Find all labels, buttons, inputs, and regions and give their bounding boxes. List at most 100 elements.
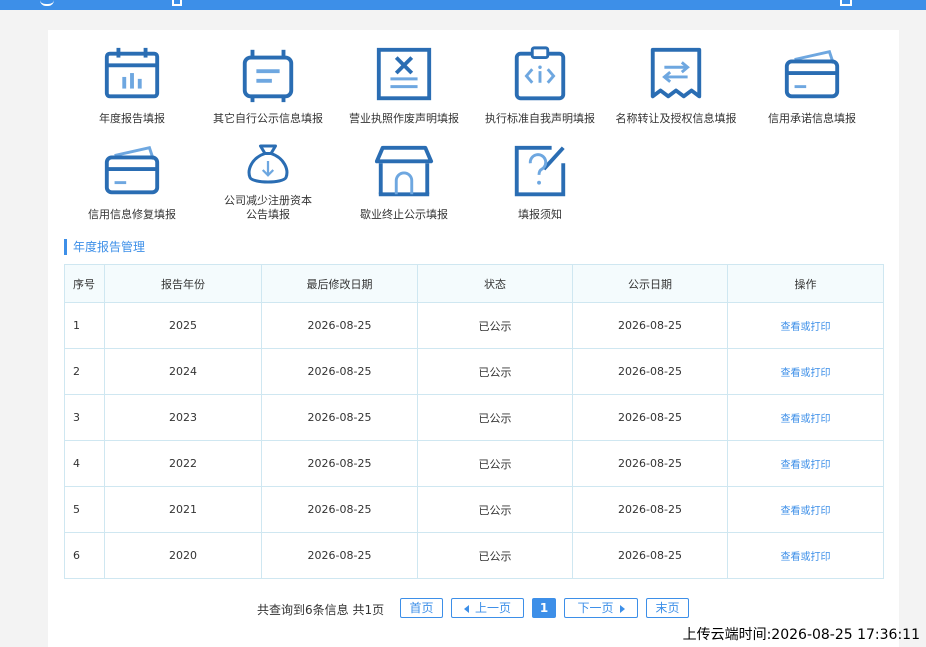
cell-modified: 2026-08-25 (261, 532, 418, 579)
cell-year: 2024 (104, 348, 262, 395)
cell-publish-date: 2026-08-25 (572, 532, 728, 579)
tile-label: 填报须知 (518, 208, 562, 221)
tile-license-void[interactable]: 营业执照作废声明填报 (335, 30, 473, 126)
tile-annual-report[interactable]: 年度报告填报 (63, 30, 201, 126)
cell-publish-date: 2026-08-25 (572, 394, 728, 441)
tile-label: 信用承诺信息填报 (768, 112, 856, 125)
tile-standard-declaration[interactable]: 执行标准自我声明填报 (471, 30, 609, 126)
cell-publish-date: 2026-08-25 (572, 440, 728, 487)
next-page-button[interactable]: 下一页 (564, 598, 638, 618)
cell-status: 已公示 (417, 348, 573, 395)
cell-publish-date: 2026-08-25 (572, 302, 728, 349)
tile-label: 信用信息修复填报 (88, 208, 176, 221)
cell-index: 1 (64, 302, 105, 349)
header-doc-icon (172, 0, 182, 6)
view-print-link[interactable]: 查看或打印 (781, 368, 831, 379)
table-row: 2 2024 2026-08-25 已公示 2026-08-25 查看或打印 (64, 348, 884, 395)
col-header-status: 状态 (417, 264, 573, 303)
cell-action: 查看或打印 (727, 532, 884, 579)
top-header-bar (0, 0, 926, 10)
header-menu-icon[interactable] (840, 0, 852, 6)
tile-credit-repair[interactable]: 信用信息修复填报 (63, 126, 201, 222)
cell-index: 5 (64, 486, 105, 533)
cell-publish-date: 2026-08-25 (572, 348, 728, 395)
credit-card-icon (784, 50, 840, 99)
cell-index: 3 (64, 394, 105, 441)
tile-name-transfer[interactable]: 名称转让及授权信息填报 (607, 30, 745, 126)
table-row: 1 2025 2026-08-25 已公示 2026-08-25 查看或打印 (64, 302, 884, 349)
cell-year: 2022 (104, 440, 262, 487)
cell-modified: 2026-08-25 (261, 486, 418, 533)
tile-label: 年度报告填报 (99, 112, 165, 125)
code-clipboard-icon (514, 46, 566, 101)
tile-label: 执行标准自我声明填报 (485, 112, 595, 125)
scroll-document-icon (242, 49, 294, 103)
cell-modified: 2026-08-25 (261, 440, 418, 487)
cell-index: 2 (64, 348, 105, 395)
cell-status: 已公示 (417, 486, 573, 533)
tile-label: 公司减少注册资本 公告填报 (224, 194, 312, 222)
table-header-row: 序号 报告年份 最后修改日期 状态 公示日期 操作 (64, 264, 884, 303)
view-print-link[interactable]: 查看或打印 (781, 460, 831, 471)
annual-report-table: 序号 报告年份 最后修改日期 状态 公示日期 操作 1 2025 2026-08… (64, 264, 884, 579)
cell-status: 已公示 (417, 440, 573, 487)
view-print-link[interactable]: 查看或打印 (781, 506, 831, 517)
tile-capital-reduction[interactable]: 公司减少注册资本 公告填报 (199, 126, 337, 222)
table-row: 4 2022 2026-08-25 已公示 2026-08-25 查看或打印 (64, 440, 884, 487)
cell-index: 6 (64, 532, 105, 579)
cell-year: 2023 (104, 394, 262, 441)
cell-modified: 2026-08-25 (261, 348, 418, 395)
caret-right-icon (619, 604, 625, 613)
col-header-year: 报告年份 (104, 264, 262, 303)
caret-left-icon (463, 604, 469, 613)
tile-filing-instructions[interactable]: 填报须知 (471, 126, 609, 222)
cell-status: 已公示 (417, 394, 573, 441)
money-bag-down-icon (247, 144, 289, 184)
storefront-icon (374, 145, 434, 197)
cell-index: 4 (64, 440, 105, 487)
section-title: 年度报告管理 (64, 239, 145, 255)
cell-action: 查看或打印 (727, 486, 884, 533)
tile-label: 歇业终止公示填报 (360, 208, 448, 221)
void-license-icon (376, 47, 432, 101)
pagination-info: 共查询到6条信息 共1页 (257, 603, 385, 617)
last-page-button[interactable]: 末页 (646, 598, 689, 618)
cell-year: 2021 (104, 486, 262, 533)
tile-label: 营业执照作废声明填报 (349, 112, 459, 125)
cell-year: 2025 (104, 302, 262, 349)
cell-year: 2020 (104, 532, 262, 579)
upload-timestamp: 上传云端时间:2026-08-25 17:36:11 (682, 627, 920, 643)
tile-other-disclosure[interactable]: 其它自行公示信息填报 (199, 30, 337, 126)
tile-label-line2: 公告填报 (246, 208, 290, 221)
view-print-link[interactable]: 查看或打印 (781, 322, 831, 333)
cell-status: 已公示 (417, 302, 573, 349)
credit-card-icon (104, 146, 160, 195)
view-print-link[interactable]: 查看或打印 (781, 414, 831, 425)
view-print-link[interactable]: 查看或打印 (781, 552, 831, 563)
current-page-button[interactable]: 1 (532, 598, 556, 618)
cell-status: 已公示 (417, 532, 573, 579)
table-row: 3 2023 2026-08-25 已公示 2026-08-25 查看或打印 (64, 394, 884, 441)
tile-label: 其它自行公示信息填报 (213, 112, 323, 125)
first-page-button[interactable]: 首页 (400, 598, 443, 618)
cell-modified: 2026-08-25 (261, 302, 418, 349)
col-header-action: 操作 (727, 264, 884, 303)
tile-closure-disclosure[interactable]: 歇业终止公示填报 (335, 126, 473, 222)
pagination: 共查询到6条信息 共1页 首页 上一页 1 下一页 末页 (48, 596, 899, 620)
transfer-certificate-icon (650, 47, 702, 99)
calendar-chart-icon (104, 47, 160, 99)
tile-label-line1: 公司减少注册资本 (224, 194, 312, 207)
table-row: 5 2021 2026-08-25 已公示 2026-08-25 查看或打印 (64, 486, 884, 533)
cell-action: 查看或打印 (727, 302, 884, 349)
cell-action: 查看或打印 (727, 348, 884, 395)
col-header-modified: 最后修改日期 (261, 264, 418, 303)
cell-action: 查看或打印 (727, 440, 884, 487)
tile-credit-commitment[interactable]: 信用承诺信息填报 (743, 30, 881, 126)
header-logo-icon (40, 0, 54, 6)
cell-action: 查看或打印 (727, 394, 884, 441)
next-page-label: 下一页 (577, 601, 614, 615)
quick-action-grid: 年度报告填报 其它自行公示信息填报 营业执照作废声明填报 执行标准自我声明填报 … (48, 30, 899, 245)
main-panel: 年度报告填报 其它自行公示信息填报 营业执照作废声明填报 执行标准自我声明填报 … (48, 30, 899, 647)
col-header-index: 序号 (64, 264, 105, 303)
prev-page-button[interactable]: 上一页 (451, 598, 524, 618)
